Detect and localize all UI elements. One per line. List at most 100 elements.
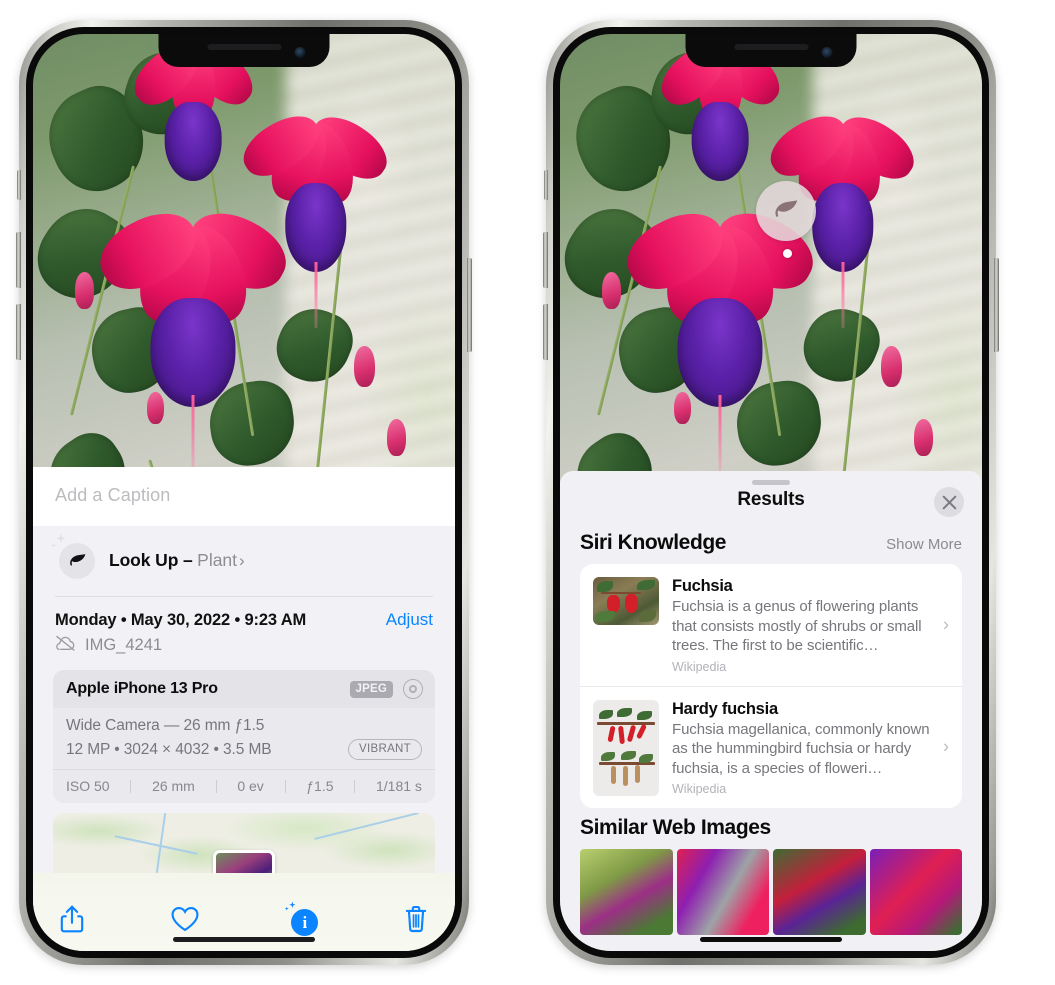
look-up-label: Look Up – bbox=[109, 549, 193, 570]
volume-down-button[interactable] bbox=[543, 304, 548, 360]
photo-fuchsia-flower bbox=[616, 198, 825, 476]
camera-header-right: JPEG bbox=[349, 679, 423, 699]
photographic-style-badge: VIBRANT bbox=[348, 739, 422, 760]
visual-lookup-dot bbox=[783, 249, 792, 258]
results-sheet: Results Siri Knowledge Show More Fuchsia… bbox=[560, 471, 982, 951]
knowledge-description: Fuchsia is a genus of flowering plants t… bbox=[672, 598, 922, 654]
visual-lookup-circle[interactable] bbox=[756, 181, 816, 241]
photo-bud bbox=[880, 345, 902, 388]
flower-corolla bbox=[150, 298, 236, 407]
screen-left: Add a Caption Look Up – Plant › Monday •… bbox=[33, 34, 455, 951]
adjust-button[interactable]: Adjust bbox=[386, 610, 433, 630]
stat-separator bbox=[215, 779, 217, 793]
chevron-right-icon: › bbox=[239, 550, 245, 570]
similar-web-image[interactable] bbox=[580, 849, 673, 935]
front-camera bbox=[821, 47, 833, 58]
look-up-text: Look Up – Plant › bbox=[109, 550, 245, 571]
stat-aperture: ƒ1.5 bbox=[306, 778, 334, 794]
aperture-icon[interactable] bbox=[403, 679, 423, 699]
screen-right: Results Siri Knowledge Show More Fuchsia… bbox=[560, 34, 982, 951]
volume-down-button[interactable] bbox=[16, 304, 21, 360]
camera-lens-line: Wide Camera — 26 mm ƒ1.5 bbox=[66, 717, 265, 734]
photo-bud bbox=[387, 419, 407, 456]
iphone-left: Add a Caption Look Up – Plant › Monday •… bbox=[16, 20, 472, 965]
look-up-row[interactable]: Look Up – Plant › bbox=[33, 526, 455, 596]
similar-web-images-header: Similar Web Images bbox=[560, 808, 982, 849]
results-title: Results bbox=[737, 489, 805, 510]
iphone-right: Results Siri Knowledge Show More Fuchsia… bbox=[543, 20, 999, 965]
camera-body: Wide Camera — 26 mm ƒ1.5 12 MP • 3024 × … bbox=[53, 708, 435, 769]
knowledge-row[interactable]: Hardy fuchsia Fuchsia magellanica, commo… bbox=[580, 685, 962, 809]
knowledge-description: Fuchsia magellanica, commonly known as t… bbox=[672, 720, 930, 777]
volume-up-button[interactable] bbox=[16, 232, 21, 288]
camera-info-card: Apple iPhone 13 Pro JPEG Wide Camera — 2… bbox=[53, 670, 435, 803]
location-map[interactable] bbox=[53, 813, 435, 873]
close-icon bbox=[942, 495, 956, 509]
camera-specs-row: 12 MP • 3024 × 4032 • 3.5 MB VIBRANT bbox=[66, 739, 422, 760]
similar-web-image[interactable] bbox=[676, 849, 769, 935]
cloud-slash-icon bbox=[55, 635, 76, 656]
similar-web-images-strip[interactable] bbox=[560, 849, 982, 935]
camera-specs-line: 12 MP • 3024 × 4032 • 3.5 MB bbox=[66, 740, 272, 758]
photo-bud bbox=[914, 419, 934, 456]
earpiece-speaker bbox=[734, 44, 808, 50]
camera-header: Apple iPhone 13 Pro JPEG bbox=[53, 670, 435, 708]
format-badge: JPEG bbox=[349, 680, 393, 698]
notch-right bbox=[685, 34, 857, 67]
phone-bezel-left: Add a Caption Look Up – Plant › Monday •… bbox=[26, 27, 462, 958]
leaf-icon bbox=[775, 200, 798, 217]
home-indicator[interactable] bbox=[173, 937, 315, 942]
front-camera bbox=[294, 47, 306, 58]
earpiece-speaker bbox=[207, 44, 281, 50]
photo-bud bbox=[602, 272, 622, 310]
look-up-icon-wrap bbox=[51, 533, 95, 580]
similar-web-image[interactable] bbox=[773, 849, 866, 935]
stat-exposure: 0 ev bbox=[237, 778, 264, 794]
mute-switch[interactable] bbox=[544, 170, 548, 200]
knowledge-title: Fuchsia bbox=[672, 577, 733, 595]
knowledge-row[interactable]: Fuchsia Fuchsia is a genus of flowering … bbox=[580, 564, 962, 686]
date-row: Monday • May 30, 2022 • 9:23 AM Adjust bbox=[33, 597, 455, 630]
stat-focal: 26 mm bbox=[152, 778, 195, 794]
caption-input[interactable]: Add a Caption bbox=[55, 485, 433, 506]
info-circle-icon: i bbox=[291, 909, 319, 936]
caption-row[interactable]: Add a Caption bbox=[33, 467, 455, 526]
photo-fuchsia-flower bbox=[89, 198, 298, 476]
stat-separator bbox=[284, 779, 286, 793]
leaf-icon bbox=[69, 553, 85, 566]
delete-button[interactable] bbox=[403, 904, 429, 934]
knowledge-body: Hardy fuchsia Fuchsia magellanica, commo… bbox=[672, 700, 948, 797]
home-indicator[interactable] bbox=[700, 937, 842, 942]
photo-date: Monday • May 30, 2022 • 9:23 AM bbox=[55, 611, 307, 629]
similar-web-image[interactable] bbox=[869, 849, 962, 935]
siri-knowledge-card: Fuchsia Fuchsia is a genus of flowering … bbox=[580, 564, 962, 808]
photo-info-panel: Add a Caption Look Up – Plant › Monday •… bbox=[33, 467, 455, 951]
stat-separator bbox=[130, 779, 132, 793]
favorite-button[interactable] bbox=[170, 905, 200, 933]
knowledge-title: Hardy fuchsia bbox=[672, 699, 778, 718]
power-button[interactable] bbox=[994, 258, 999, 352]
photo-bud bbox=[353, 345, 375, 388]
screenshot-stage: Add a Caption Look Up – Plant › Monday •… bbox=[0, 0, 1055, 985]
photo-location-pin[interactable] bbox=[213, 850, 275, 873]
knowledge-body: Fuchsia Fuchsia is a genus of flowering … bbox=[672, 577, 948, 674]
fuchsia-thumbnail bbox=[593, 577, 659, 625]
volume-up-button[interactable] bbox=[543, 232, 548, 288]
share-button[interactable] bbox=[59, 904, 85, 934]
mute-switch[interactable] bbox=[17, 170, 21, 200]
info-button[interactable]: i bbox=[284, 901, 319, 936]
show-more-button[interactable]: Show More bbox=[886, 536, 962, 553]
chevron-right-icon: › bbox=[943, 736, 949, 757]
close-button[interactable] bbox=[934, 487, 964, 517]
visual-lookup-badge[interactable] bbox=[756, 181, 822, 258]
flower-stamens bbox=[191, 394, 195, 476]
chevron-right-icon: › bbox=[943, 614, 949, 635]
power-button[interactable] bbox=[467, 258, 472, 352]
hardy-fuchsia-thumbnail bbox=[593, 699, 659, 796]
photo-fuchsia-flower bbox=[233, 104, 397, 328]
file-name: IMG_4241 bbox=[85, 636, 163, 654]
camera-model: Apple iPhone 13 Pro bbox=[66, 680, 218, 697]
look-up-circle bbox=[59, 543, 95, 579]
look-up-kind: Plant bbox=[197, 549, 238, 570]
camera-stats-row: ISO 50 26 mm 0 ev ƒ1.5 1/181 s bbox=[53, 769, 435, 803]
